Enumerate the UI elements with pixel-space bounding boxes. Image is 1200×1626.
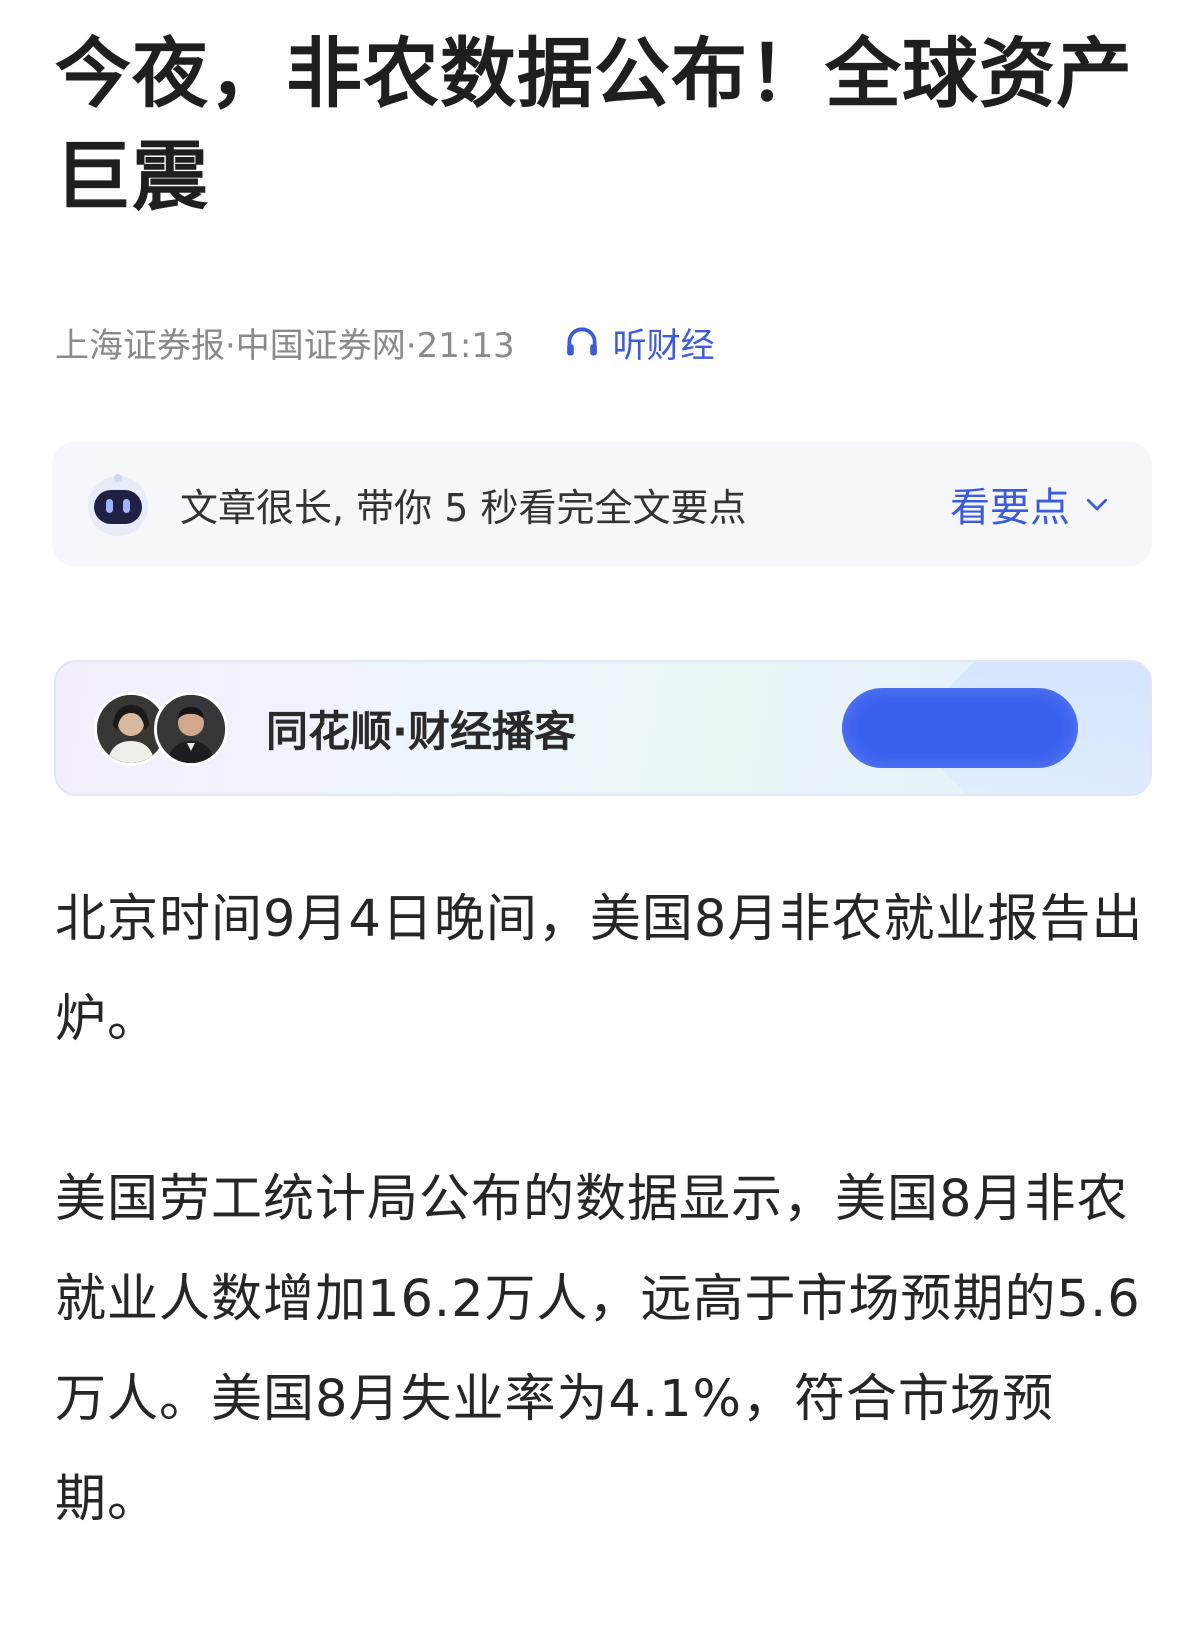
article-source-time: 上海证券报·中国证券网·21:13 (55, 325, 515, 366)
summary-card[interactable]: 文章很长, 带你 5 秒看完全文要点 看要点 (52, 442, 1152, 566)
listen-button[interactable]: 听财经 (563, 318, 715, 367)
headphones-icon (566, 327, 597, 356)
listen-label: 听财经 (612, 325, 715, 366)
article-meta: 上海证券报·中国证券网·21:13 听财经 (55, 312, 715, 372)
chevron-down-icon (1086, 498, 1108, 511)
robot-icon (88, 474, 148, 536)
article-paragraph: 美国劳工统计局公布的数据显示，美国8月非农就业人数增加16.2万人，远高于市场预… (55, 1170, 1141, 1529)
summary-text: 文章很长, 带你 5 秒看完全文要点 (180, 485, 747, 530)
view-key-points-label: 看要点 (950, 485, 1070, 531)
article-page: 今夜，非农数据公布！全球资产巨震 上海证券报·中国证券网·21:13 听财经 文… (0, 0, 1200, 1626)
article-title: 今夜，非农数据公布！全球资产巨震 (55, 29, 1133, 221)
article-paragraph: 北京时间9月4日晚间，美国8月非农就业报告出炉。 (55, 890, 1144, 1049)
podcast-title: 同花顺·财经播客 (266, 706, 576, 756)
view-key-points-button[interactable]: 看要点 (950, 442, 1112, 566)
podcast-card[interactable]: 同花顺·财经播客 (54, 660, 1152, 796)
podcast-play-button[interactable] (842, 688, 1078, 768)
avatar (154, 692, 228, 766)
